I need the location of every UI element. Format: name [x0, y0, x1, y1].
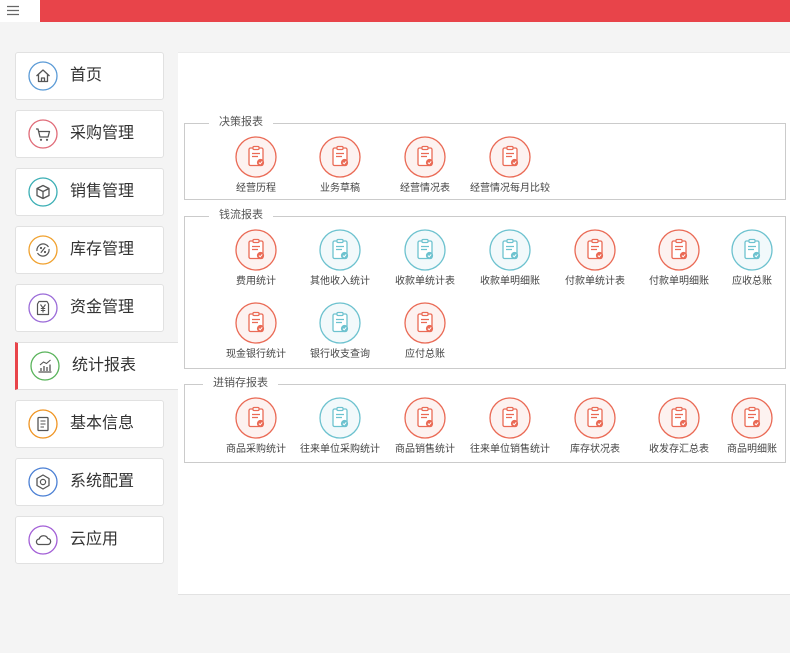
report-item-supplier-purchase-stats[interactable]: 往来单位采购统计 [300, 397, 380, 456]
report-icon [319, 136, 361, 178]
report-label: 银行收支查询 [310, 349, 370, 360]
report-icon [319, 302, 361, 344]
sidebar-item-label: 首页 [70, 67, 103, 84]
report-label: 付款单统计表 [565, 276, 625, 287]
sidebar-item-system-config[interactable]: 系统配置 [15, 458, 164, 506]
group-title: 进销存报表 [203, 376, 278, 391]
report-icon [574, 229, 616, 271]
report-icon [489, 229, 531, 271]
report-icon [235, 397, 277, 439]
report-item-customer-sales-stats[interactable]: 往来单位销售统计 [470, 397, 550, 456]
report-icon [235, 302, 277, 344]
report-icon [489, 136, 531, 178]
report-label: 往来单位采购统计 [300, 444, 380, 455]
report-label: 经营情况表 [400, 183, 450, 194]
report-icon [731, 397, 773, 439]
report-item-stock-movement-summary[interactable]: 收发存汇总表 [639, 397, 719, 456]
report-icon [235, 229, 277, 271]
sidebar-item-label: 采购管理 [70, 125, 135, 142]
report-item-bank-transactions[interactable]: 银行收支查询 [300, 302, 380, 361]
report-item-receivables-ledger[interactable]: 应收总账 [718, 229, 786, 288]
report-item-product-ledger[interactable]: 商品明细账 [718, 397, 786, 456]
report-item-payment-stats[interactable]: 付款单统计表 [555, 229, 635, 288]
report-label: 商品采购统计 [226, 444, 286, 455]
report-label: 业务草稿 [320, 183, 360, 194]
sidebar-item-home[interactable]: 首页 [15, 52, 164, 100]
report-icon [319, 397, 361, 439]
report-label: 应付总账 [405, 349, 445, 360]
report-item-monthly-operating-comparison[interactable]: 经营情况每月比较 [470, 136, 550, 195]
report-label: 往来单位销售统计 [470, 444, 550, 455]
report-item-product-sales-stats[interactable]: 商品销售统计 [385, 397, 465, 456]
inventory-percent-icon [28, 235, 58, 265]
bar-chart-icon [30, 351, 60, 381]
report-item-product-purchase-stats[interactable]: 商品采购统计 [216, 397, 296, 456]
report-icon [235, 136, 277, 178]
sidebar-item-label: 基本信息 [70, 415, 135, 432]
report-label: 收发存汇总表 [649, 444, 709, 455]
hexagon-gear-icon [28, 467, 58, 497]
group-title: 决策报表 [209, 115, 273, 130]
report-item-receipt-stats[interactable]: 收款单统计表 [385, 229, 465, 288]
sidebar-item-inventory[interactable]: 库存管理 [15, 226, 164, 274]
hamburger-icon [7, 5, 19, 16]
report-label: 收款单明细账 [480, 276, 540, 287]
sidebar-item-label: 云应用 [70, 531, 119, 548]
menu-toggle-button[interactable] [0, 0, 40, 22]
report-icon [404, 397, 446, 439]
sidebar-item-reports[interactable]: 统计报表 [15, 342, 178, 390]
report-item-payment-ledger[interactable]: 付款单明细账 [639, 229, 719, 288]
report-icon [489, 397, 531, 439]
report-group-cash-flow: 钱流报表 费用统计 其他收入统计 收款单统计表 收款单明细账 付款单统计表 付款… [184, 208, 786, 369]
report-label: 收款单统计表 [395, 276, 455, 287]
sidebar-item-label: 资金管理 [70, 299, 135, 316]
report-group-inventory: 进销存报表 商品采购统计 往来单位采购统计 商品销售统计 往来单位销售统计 库存… [184, 376, 786, 463]
sidebar-item-label: 系统配置 [70, 473, 135, 490]
report-item-other-income-stats[interactable]: 其他收入统计 [300, 229, 380, 288]
report-icon [404, 229, 446, 271]
report-label: 库存状况表 [570, 444, 620, 455]
report-item-payables-ledger[interactable]: 应付总账 [385, 302, 465, 361]
report-label: 商品明细账 [727, 444, 777, 455]
report-icon [731, 229, 773, 271]
report-icon [319, 229, 361, 271]
report-label: 付款单明细账 [649, 276, 709, 287]
report-icon [658, 397, 700, 439]
header-bar [40, 0, 790, 22]
sidebar-item-basic-info[interactable]: 基本信息 [15, 400, 164, 448]
sidebar-item-label: 统计报表 [72, 357, 137, 374]
sidebar-item-funds[interactable]: 资金管理 [15, 284, 164, 332]
report-item-operating-status[interactable]: 经营情况表 [385, 136, 465, 195]
report-label: 商品销售统计 [395, 444, 455, 455]
cart-icon [28, 119, 58, 149]
box-icon [28, 177, 58, 207]
report-group-decision: 决策报表 经营历程 业务草稿 经营情况表 经营情况每月比较 [184, 115, 786, 200]
report-label: 现金银行统计 [226, 349, 286, 360]
report-label: 经营历程 [236, 183, 276, 194]
yen-icon [28, 293, 58, 323]
report-icon [404, 302, 446, 344]
report-item-receipt-ledger[interactable]: 收款单明细账 [470, 229, 550, 288]
report-item-cash-bank-stats[interactable]: 现金银行统计 [216, 302, 296, 361]
report-icon [404, 136, 446, 178]
report-label: 经营情况每月比较 [470, 183, 550, 194]
report-icon [658, 229, 700, 271]
sidebar-item-purchase[interactable]: 采购管理 [15, 110, 164, 158]
cloud-icon [28, 525, 58, 555]
home-icon [28, 61, 58, 91]
report-label: 其他收入统计 [310, 276, 370, 287]
report-item-expense-stats[interactable]: 费用统计 [216, 229, 296, 288]
document-icon [28, 409, 58, 439]
report-label: 费用统计 [236, 276, 276, 287]
report-icon [574, 397, 616, 439]
report-item-business-drafts[interactable]: 业务草稿 [300, 136, 380, 195]
sidebar-item-label: 销售管理 [70, 183, 135, 200]
sidebar-item-sales[interactable]: 销售管理 [15, 168, 164, 216]
group-title: 钱流报表 [209, 208, 273, 223]
report-label: 应收总账 [732, 276, 772, 287]
report-item-business-history[interactable]: 经营历程 [216, 136, 296, 195]
report-item-stock-status[interactable]: 库存状况表 [555, 397, 635, 456]
sidebar-item-label: 库存管理 [70, 241, 135, 258]
sidebar-item-cloud-apps[interactable]: 云应用 [15, 516, 164, 564]
